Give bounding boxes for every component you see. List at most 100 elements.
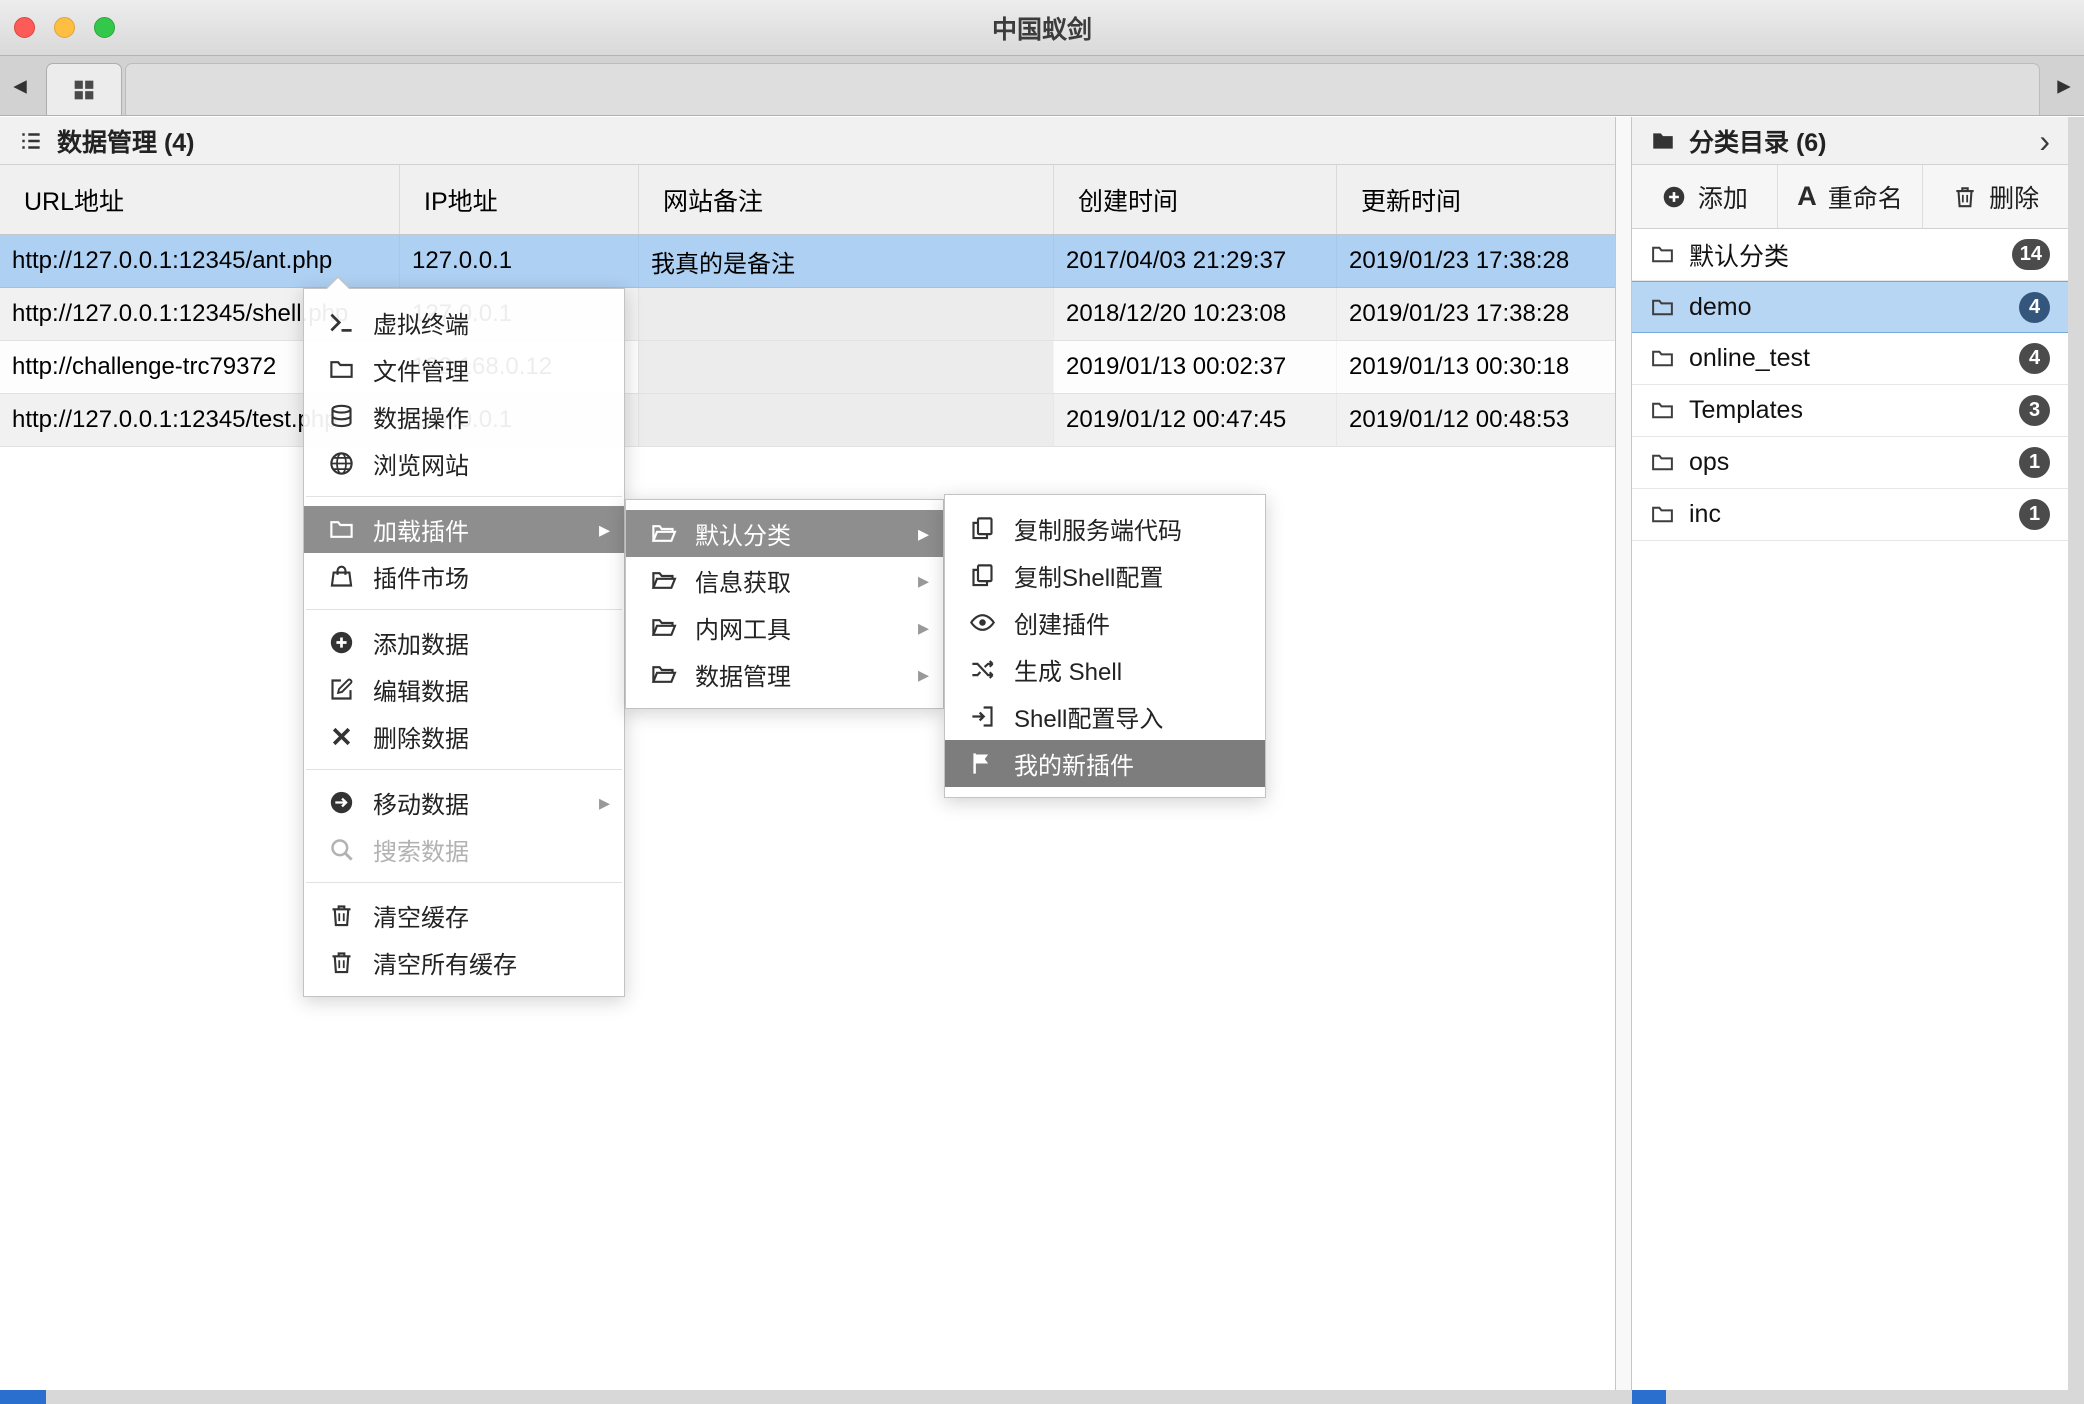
traffic-lights [14, 0, 115, 55]
plugin-actions-submenu: 复制服务端代码 复制Shell配置 创建插件 生成 Shell Shell配置导… [944, 494, 1266, 798]
menu-separator [306, 496, 622, 497]
submenu-item-create-plugin[interactable]: 创建插件 [945, 599, 1265, 646]
menu-item-edit-data[interactable]: 编辑数据 [304, 666, 624, 713]
letter-a-icon: A [1797, 181, 1817, 211]
submenu-item-copy-server-code[interactable]: 复制服务端代码 [945, 505, 1265, 552]
trash-icon [328, 902, 355, 929]
context-menu: 虚拟终端 文件管理 数据操作 浏览网站 加载插件 ▸ 插件市场 添加数据 编辑数… [303, 276, 625, 997]
tab-scroll-right-button[interactable]: ▸ [2044, 56, 2084, 115]
category-header: 分类目录 (6) › [1632, 117, 2068, 165]
submenu-item-my-new-plugin[interactable]: 我的新插件 [945, 740, 1265, 787]
count-badge: 4 [2019, 343, 2050, 374]
menu-separator [306, 769, 622, 770]
menu-separator [306, 882, 622, 883]
globe-icon [328, 450, 355, 477]
cell-note [638, 288, 1053, 340]
menu-item-search-data[interactable]: 搜索数据 [304, 826, 624, 873]
menu-item-delete-data[interactable]: 删除数据 [304, 713, 624, 760]
submenu-arrow-icon: ▸ [917, 520, 929, 546]
cell-created: 2018/12/20 10:23:08 [1053, 288, 1336, 340]
submenu-item-data-manage[interactable]: 数据管理 ▸ [626, 651, 943, 698]
window-title: 中国蚁剑 [991, 15, 1092, 44]
column-header-ip: IP地址 [399, 165, 638, 234]
folder-icon [1650, 295, 1675, 320]
count-badge: 14 [2011, 239, 2050, 270]
status-accent [1632, 1390, 1666, 1404]
menu-item-load-plugin[interactable]: 加载插件 ▸ [304, 506, 624, 553]
folder-open-icon [650, 520, 677, 547]
cell-updated: 2019/01/13 00:30:18 [1336, 341, 1615, 393]
menu-item-file-manager[interactable]: 文件管理 [304, 346, 624, 393]
delete-icon [328, 723, 355, 750]
submenu-item-intranet-tools[interactable]: 内网工具 ▸ [626, 604, 943, 651]
tab-strip [125, 63, 2040, 115]
plus-circle-icon [1661, 184, 1687, 210]
table-row[interactable]: http://127.0.0.1:12345/shell.php 127.0.0… [0, 288, 1615, 341]
cell-updated: 2019/01/12 00:48:53 [1336, 394, 1615, 446]
table-row[interactable]: http://127.0.0.1:12345/test.php 127.0.0.… [0, 394, 1615, 447]
zoom-button[interactable] [94, 17, 115, 38]
table-row[interactable]: http://challenge-trc79372 192.168.0.12 2… [0, 341, 1615, 394]
cell-created: 2019/01/13 00:02:37 [1053, 341, 1336, 393]
folder-icon [1650, 502, 1675, 527]
folder-icon [1650, 128, 1676, 154]
submenu-item-shell-config-import[interactable]: Shell配置导入 [945, 693, 1265, 740]
menu-item-clear-cache[interactable]: 清空缓存 [304, 892, 624, 939]
menu-item-move-data[interactable]: 移动数据 ▸ [304, 779, 624, 826]
grid-icon [70, 76, 98, 104]
close-button[interactable] [14, 17, 35, 38]
eye-icon [969, 609, 996, 636]
category-toolbar: 添加 A 重命名 删除 [1632, 165, 2068, 229]
column-header-created: 创建时间 [1053, 165, 1336, 234]
folder-open-icon [650, 567, 677, 594]
menu-item-clear-all-cache[interactable]: 清空所有缓存 [304, 939, 624, 986]
shop-icon [328, 563, 355, 590]
plus-circle-icon [328, 629, 355, 656]
category-item-default[interactable]: 默认分类 14 [1632, 229, 2068, 281]
folder-icon [1650, 346, 1675, 371]
count-badge: 3 [2019, 395, 2050, 426]
rename-category-button[interactable]: A 重命名 [1776, 165, 1923, 228]
status-accent [0, 1390, 46, 1404]
cell-updated: 2019/01/23 17:38:28 [1336, 235, 1615, 287]
data-manager-panel: 数据管理 (4) URL地址 IP地址 网站备注 创建时间 更新时间 http:… [0, 117, 1616, 1390]
folder-icon [328, 516, 355, 543]
submenu-item-default-category[interactable]: 默认分类 ▸ [626, 510, 943, 557]
panel-divider [1616, 117, 1631, 1390]
category-item-templates[interactable]: Templates 3 [1632, 385, 2068, 437]
move-icon [328, 789, 355, 816]
titlebar: 中国蚁剑 [0, 0, 2084, 56]
submenu-arrow-icon: ▸ [917, 567, 929, 593]
flag-icon [969, 750, 996, 777]
category-item-inc[interactable]: inc 1 [1632, 489, 2068, 541]
shuffle-icon [969, 656, 996, 683]
cell-ip: 127.0.0.1 [399, 235, 638, 287]
menu-item-add-data[interactable]: 添加数据 [304, 619, 624, 666]
menu-item-plugin-market[interactable]: 插件市场 [304, 553, 624, 600]
table-row[interactable]: http://127.0.0.1:12345/ant.php 127.0.0.1… [0, 235, 1615, 288]
chevron-right-icon: ▸ [2057, 70, 2071, 100]
edit-icon [328, 676, 355, 703]
tab-scroll-left-button[interactable]: ◂ [0, 56, 40, 115]
submenu-item-copy-shell-config[interactable]: 复制Shell配置 [945, 552, 1265, 599]
chevron-right-icon[interactable]: › [2039, 125, 2050, 157]
add-category-button[interactable]: 添加 [1632, 165, 1777, 228]
submenu-item-info-gather[interactable]: 信息获取 ▸ [626, 557, 943, 604]
category-title: 分类目录 (6) [1689, 128, 1827, 157]
cell-created: 2019/01/12 00:47:45 [1053, 394, 1336, 446]
menu-item-browse-site[interactable]: 浏览网站 [304, 440, 624, 487]
menu-item-virtual-terminal[interactable]: 虚拟终端 [304, 299, 624, 346]
folder-icon [1650, 450, 1675, 475]
count-badge: 1 [2019, 499, 2050, 530]
submenu-item-generate-shell[interactable]: 生成 Shell [945, 646, 1265, 693]
folder-icon [1650, 242, 1675, 267]
category-item-demo[interactable]: demo 4 [1632, 281, 2068, 333]
delete-category-button[interactable]: 删除 [1922, 165, 2068, 228]
menu-item-database-ops[interactable]: 数据操作 [304, 393, 624, 440]
category-item-online-test[interactable]: online_test 4 [1632, 333, 2068, 385]
shell-tab[interactable] [46, 63, 122, 115]
category-item-ops[interactable]: ops 1 [1632, 437, 2068, 489]
cell-note [638, 394, 1053, 446]
minimize-button[interactable] [54, 17, 75, 38]
category-panel: 分类目录 (6) › 添加 A 重命名 删除 默认分类 14 demo 4 on… [1631, 117, 2068, 1390]
